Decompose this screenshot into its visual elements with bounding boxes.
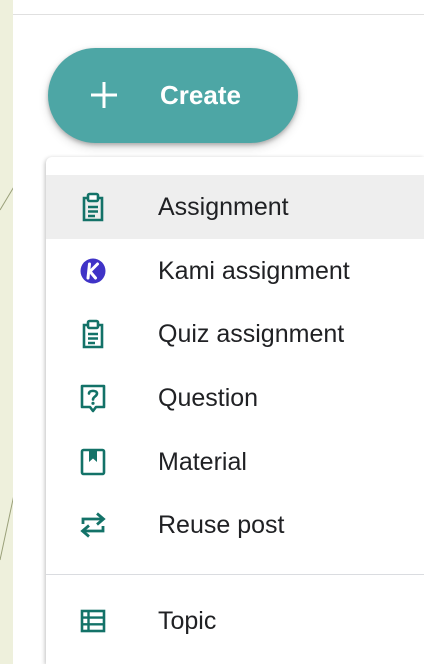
menu-item-assignment[interactable]: Assignment [46, 175, 424, 239]
menu-item-label: Question [158, 384, 259, 412]
reuse-icon [80, 512, 106, 538]
menu-item-label: Kami assignment [158, 257, 350, 285]
material-icon [80, 448, 106, 476]
menu-item-label: Topic [158, 607, 217, 635]
topic-icon [80, 609, 106, 633]
create-button-label: Create [160, 80, 241, 110]
menu-item-label: Reuse post [158, 511, 285, 539]
menu-item-label: Quiz assignment [158, 320, 345, 348]
header-divider [13, 14, 424, 15]
menu-item-label: Assignment [158, 193, 289, 221]
menu-item-material[interactable]: Material [46, 430, 424, 494]
menu-item-reuse-post[interactable]: Reuse post [46, 493, 424, 557]
create-menu: Assignment Kami assignment Quiz assignme… [46, 157, 424, 664]
quiz-assignment-icon [82, 319, 104, 349]
create-button[interactable]: Create [48, 48, 298, 143]
plus-icon [91, 82, 117, 108]
classroom-page: Create Assignment Kami assignment Quiz a… [13, 0, 424, 664]
assignment-icon [82, 192, 104, 222]
menu-item-kami-assignment[interactable]: Kami assignment [46, 239, 424, 303]
menu-item-question[interactable]: Question [46, 366, 424, 430]
menu-item-label: Material [158, 448, 247, 476]
menu-divider [46, 574, 424, 575]
kami-logo-icon [80, 258, 106, 284]
menu-item-quiz-assignment[interactable]: Quiz assignment [46, 302, 424, 366]
question-icon [80, 384, 106, 413]
menu-item-topic[interactable]: Topic [46, 589, 424, 653]
